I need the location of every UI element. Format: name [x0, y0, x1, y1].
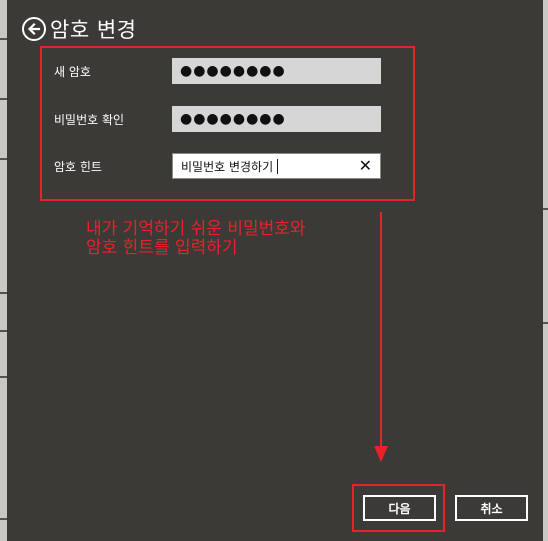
annotation-arrow-head — [374, 446, 388, 462]
cancel-button[interactable]: 취소 — [455, 495, 528, 521]
annotation-arrow — [374, 212, 388, 462]
next-button[interactable]: 다음 — [363, 495, 436, 521]
